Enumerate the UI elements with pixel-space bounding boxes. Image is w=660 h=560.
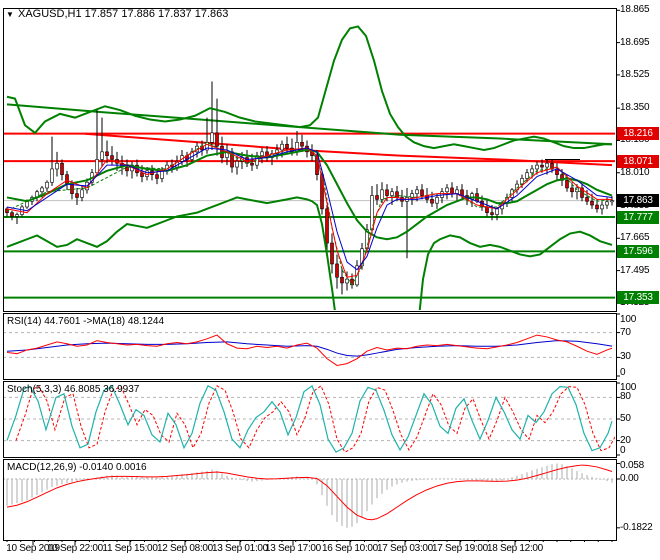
candle-body [455,189,459,194]
rsi-indicator-label: RSI(14) 44.7601 ->MA(18) 48.1244 [7,316,165,327]
stoch-axis-label: 0 [620,445,626,456]
symbol-dropdown-arrow-icon: ▼ [6,10,14,19]
candle-body [50,168,54,183]
macd-axis-label: 0.00 [620,473,639,484]
candle-body [325,208,329,244]
candle-body [570,187,574,193]
candle-body [450,187,454,194]
price-axis-label: 18.010 [620,166,650,178]
chart-title: XAGUSD,H1 17.857 17.886 17.837 17.863 [18,8,229,20]
rsi-axis-label: 100 [620,314,637,325]
price-badge: 17.777 [617,210,659,224]
candle-body [590,200,594,206]
candle-body [565,180,569,189]
price-badge: 17.863 [617,194,659,208]
candle-body [235,161,239,168]
candle-body [55,162,59,170]
price-axis-label: 17.495 [620,264,650,276]
candle-body [100,151,104,160]
candle-body [40,187,44,193]
time-axis-label: 13 Sep 01:00 [212,543,268,554]
candle-body [435,197,439,204]
candle-body [395,191,399,198]
candle-body [610,200,614,203]
trading-chart-window: ▼ XAGUSD,H1 17.857 17.886 17.837 17.863 … [0,0,660,560]
candle-body [415,189,419,194]
candle-body [420,189,424,196]
price-axis-label: 17.665 [620,232,650,244]
time-axis-label: 17 Sep 03:00 [377,543,433,554]
macd-axis-label: 0.058 [620,460,645,471]
candle-body [585,197,589,202]
candle-body [215,132,219,147]
candle-body [65,174,69,185]
candle-body [430,199,434,204]
candle-body [525,172,529,179]
macd-indicator-label: MACD(12,26,9) -0.0140 0.0016 [7,462,147,473]
price-axis-label: 18.695 [620,36,650,48]
candle-body [105,151,109,156]
time-axis-label: 10 Sep 22:00 [47,543,103,554]
rsi-axis-label: 30 [620,351,631,363]
chart-canvas[interactable] [0,0,660,560]
candle-body [60,162,64,175]
candle-body [605,201,609,206]
rsi-axis-label: 0 [620,367,626,378]
candle-body [95,159,99,174]
stoch-axis-label: 80 [620,391,631,403]
price-badge: 18.071 [617,154,659,168]
rsi-axis-label: 70 [620,326,631,338]
candle-body [125,166,129,172]
price-axis-label: 18.525 [620,68,650,80]
candle-body [110,155,114,160]
time-axis-label: 12 Sep 08:00 [157,543,213,554]
candle-body [385,189,389,196]
candle-body [285,143,289,149]
time-axis-label: 11 Sep 15:00 [102,543,158,554]
candle-body [545,162,549,168]
candle-body [595,204,599,210]
candle-body [155,174,159,179]
candle-body [490,212,494,215]
price-badge: 18.216 [617,127,659,141]
candle-body [260,151,264,156]
candle-body [160,170,164,179]
candle-body [280,143,284,151]
candle-body [495,208,499,215]
candle-body [380,189,384,200]
price-badge: 17.596 [617,244,659,258]
candle-body [80,189,84,198]
stoch-indicator-label: Stoch(5,3,3) 46.8085 36.9937 [7,384,140,395]
candle-body [340,276,344,284]
price-axis-label: 18.865 [620,4,650,16]
time-axis-label: 18 Sep 12:00 [487,543,543,554]
candle-body [20,206,24,215]
candle-body [485,206,489,213]
candle-body [445,187,449,193]
candle-body [300,142,304,147]
macd-axis-label: -0.1822 [620,521,653,533]
candle-body [15,214,19,217]
candle-body [330,242,334,265]
candle-body [10,212,14,217]
stoch-axis-label: 50 [620,413,631,424]
candle-body [335,263,339,278]
candle-body [390,191,394,196]
time-axis-label: 16 Sep 10:00 [322,543,378,554]
candle-body [45,181,49,189]
candle-body [250,162,254,166]
time-axis-label: 17 Sep 19:00 [432,543,488,554]
candle-body [75,193,79,198]
candle-body [600,204,604,210]
candle-body [375,195,379,200]
candle-body [535,164,539,170]
stoch-axis-label: 20 [620,434,631,446]
candle-body [540,164,544,168]
time-axis-label: 13 Sep 17:00 [265,543,321,554]
candle-body [530,168,534,174]
candle-body [210,132,214,143]
price-badge: 17.353 [617,291,659,305]
price-axis-label: 18.350 [620,102,650,114]
